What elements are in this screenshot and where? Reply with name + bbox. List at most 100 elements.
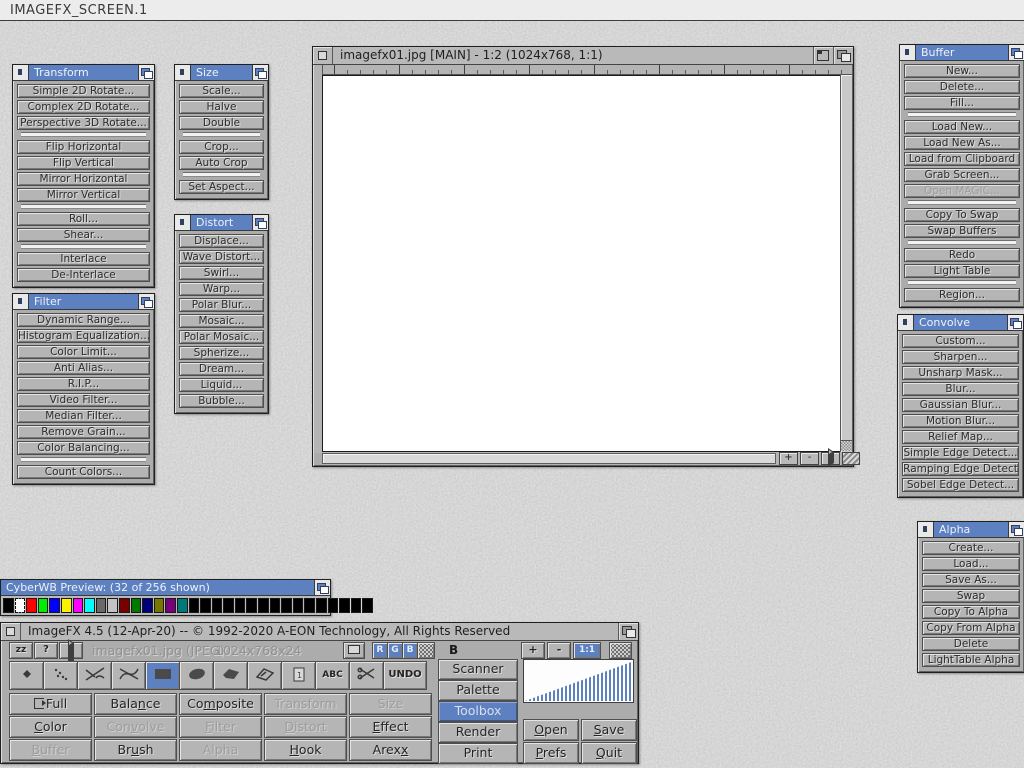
transform-button[interactable]: Perspective 3D Rotate...	[17, 116, 150, 130]
quit-button[interactable]: Quit	[581, 742, 637, 764]
undo-button[interactable]: UNDO	[383, 661, 427, 690]
convolve-titlebar[interactable]: Convolve	[898, 315, 1023, 331]
alpha-channel-button[interactable]	[417, 642, 435, 659]
size-button[interactable]: Crop...	[179, 140, 264, 154]
distort-button[interactable]: Polar Blur...	[179, 298, 264, 312]
depth-icon[interactable]	[833, 47, 853, 64]
color-swatch[interactable]	[26, 598, 37, 613]
distort-button[interactable]: Polar Mosaic...	[179, 330, 264, 344]
alpha-button[interactable]: LightTable Alpha	[922, 653, 1020, 667]
help-button[interactable]: ?	[34, 642, 58, 659]
toolbar-titlebar[interactable]: ImageFX 4.5 (12-Apr-20) -- © 1992-2020 A…	[1, 623, 638, 641]
filter-button[interactable]: Anti Alias...	[17, 361, 150, 375]
buffer-titlebar[interactable]: Buffer	[900, 45, 1024, 61]
depth-icon[interactable]	[138, 294, 154, 309]
transform-button[interactable]: Complex 2D Rotate...	[17, 100, 150, 114]
distort-button[interactable]: Bubble...	[179, 394, 264, 408]
color-swatch[interactable]	[235, 598, 246, 613]
depth-icon[interactable]	[1007, 315, 1023, 330]
buffer-button[interactable]: Load from Clipboard	[904, 152, 1020, 166]
line-tool-button[interactable]	[77, 661, 112, 690]
balance-button[interactable]: Balance	[94, 693, 177, 715]
filter-button[interactable]: R.I.P...	[17, 377, 150, 391]
preview-titlebar[interactable]: CyberWB Preview: (32 of 256 shown)	[1, 580, 330, 596]
transform-titlebar[interactable]: Transform	[13, 65, 154, 81]
page-print-button[interactable]: Print	[438, 743, 518, 764]
buffer-button[interactable]: Load New...	[904, 120, 1020, 134]
play-button[interactable]	[59, 642, 83, 659]
size-button[interactable]: Auto Crop	[179, 156, 264, 170]
color-swatch[interactable]	[223, 598, 234, 613]
open-button[interactable]: Open	[523, 719, 579, 741]
channel-red-button[interactable]: R	[372, 642, 388, 659]
alpha-titlebar[interactable]: Alpha	[918, 522, 1024, 538]
effect-button[interactable]: Effect	[349, 716, 432, 738]
color-button[interactable]: Color	[9, 716, 92, 738]
filter-button[interactable]: Video Filter...	[17, 393, 150, 407]
buffer-button[interactable]: Redo	[904, 248, 1020, 262]
zoom-in-button[interactable]: +	[779, 452, 798, 465]
text-tool-button[interactable]: ABC	[315, 661, 350, 690]
transform-button[interactable]: Roll...	[17, 212, 150, 226]
channel-blue-button[interactable]: B	[402, 642, 418, 659]
horizontal-scrollbar[interactable]	[322, 453, 776, 464]
convolve-button[interactable]: Unsharp Mask...	[902, 366, 1019, 380]
channel-green-button[interactable]: G	[387, 642, 403, 659]
size-button[interactable]: Halve	[179, 100, 264, 114]
alpha-button[interactable]: Save As...	[922, 573, 1020, 587]
color-swatch[interactable]	[200, 598, 211, 613]
transform-button[interactable]: De-Interlace	[17, 268, 150, 282]
transform-button[interactable]: Flip Vertical	[17, 156, 150, 170]
page-render-button[interactable]: Render	[438, 722, 518, 743]
convolve-button[interactable]: Gaussian Blur...	[902, 398, 1019, 412]
close-icon[interactable]	[1, 623, 21, 640]
transform-button[interactable]: Mirror Horizontal	[17, 172, 150, 186]
convolve-button[interactable]: Relief Map...	[902, 430, 1019, 444]
alpha-button[interactable]: Delete	[922, 637, 1020, 651]
filter-button[interactable]: Color Limit...	[17, 345, 150, 359]
depth-icon[interactable]	[252, 215, 268, 230]
close-icon[interactable]	[175, 215, 191, 230]
alpha-button[interactable]: Swap	[922, 589, 1020, 603]
transform-button[interactable]: Mirror Vertical	[17, 188, 150, 202]
color-swatch[interactable]	[61, 598, 72, 613]
airbrush-tool-button[interactable]	[43, 661, 78, 690]
screen-mode-button[interactable]	[343, 642, 365, 659]
color-swatch[interactable]	[258, 598, 269, 613]
color-swatch[interactable]	[270, 598, 281, 613]
filter-button[interactable]: Dynamic Range...	[17, 313, 150, 327]
freehand-tool-button[interactable]	[247, 661, 282, 690]
color-swatch[interactable]	[293, 598, 304, 613]
buffer-button[interactable]: Delete...	[904, 80, 1020, 94]
scissors-tool-button[interactable]	[349, 661, 384, 690]
buffer-button[interactable]: New...	[904, 64, 1020, 78]
filter-titlebar[interactable]: Filter	[13, 294, 154, 310]
convolve-button[interactable]: Blur...	[902, 382, 1019, 396]
distort-button[interactable]: Displace...	[179, 234, 264, 248]
distort-titlebar[interactable]: Distort	[175, 215, 268, 231]
dither-button[interactable]	[609, 642, 632, 659]
close-icon[interactable]	[918, 522, 934, 537]
alpha-button[interactable]: Copy To Alpha	[922, 605, 1020, 619]
filter-button[interactable]: Color Balancing...	[17, 441, 150, 455]
polygon-tool-button[interactable]	[213, 661, 248, 690]
hook-button[interactable]: Hook	[264, 739, 347, 761]
curve-tool-button[interactable]	[111, 661, 146, 690]
color-swatch[interactable]	[96, 598, 107, 613]
filter-button[interactable]: Remove Grain...	[17, 425, 150, 439]
depth-icon[interactable]	[252, 65, 268, 80]
depth-icon[interactable]	[138, 65, 154, 80]
color-swatch[interactable]	[131, 598, 142, 613]
page-scanner-button[interactable]: Scanner	[438, 659, 518, 680]
color-swatch[interactable]	[49, 598, 60, 613]
distort-button[interactable]: Dream...	[179, 362, 264, 376]
alpha-button[interactable]: Load...	[922, 557, 1020, 571]
brush-button[interactable]: Brush	[94, 739, 177, 761]
save-button[interactable]: Save	[581, 719, 637, 741]
page-toolbox-button-selected[interactable]: Toolbox	[438, 701, 518, 722]
size-button[interactable]: Scale...	[179, 84, 264, 98]
vertical-scrollbar[interactable]	[840, 75, 852, 452]
transform-button[interactable]: Simple 2D Rotate...	[17, 84, 150, 98]
buffer-button[interactable]: Swap Buffers	[904, 224, 1020, 238]
close-icon[interactable]	[175, 65, 191, 80]
